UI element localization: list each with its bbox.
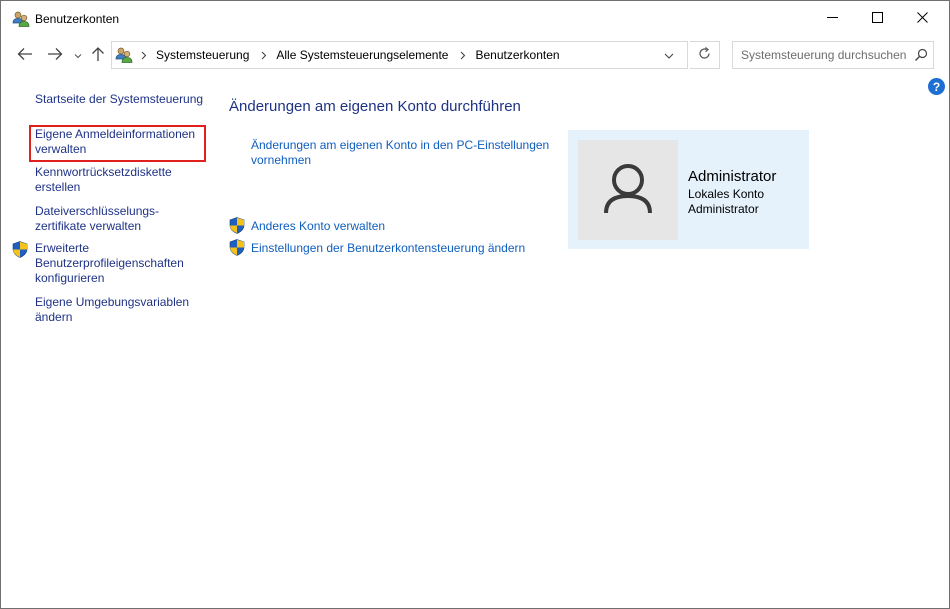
help-button[interactable]: ? xyxy=(928,78,945,95)
page-title: Änderungen am eigenen Konto durchführen xyxy=(229,98,521,115)
nav-link-home[interactable]: Startseite der Systemsteuerung xyxy=(35,92,210,107)
forward-button[interactable] xyxy=(44,43,66,67)
back-button[interactable] xyxy=(14,43,36,67)
breadcrumb-item-benutzerkonten[interactable]: Benutzerkonten xyxy=(475,48,559,62)
chevron-right-icon[interactable] xyxy=(261,51,267,60)
up-button[interactable] xyxy=(87,43,109,67)
nav-link-advanced-profile[interactable]: Erweiterte Benutzerprofileigenschaften k… xyxy=(35,241,210,286)
minimize-icon xyxy=(826,12,838,26)
chevron-right-icon[interactable] xyxy=(141,51,147,60)
search-icon[interactable] xyxy=(913,47,929,63)
refresh-button[interactable] xyxy=(690,41,720,69)
user-avatar-icon xyxy=(578,139,678,242)
shield-icon xyxy=(12,241,28,258)
shield-icon xyxy=(229,239,245,256)
nav-link-manage-credentials[interactable]: Eigene Anmeldeinformationen verwalten xyxy=(35,127,210,157)
help-icon: ? xyxy=(932,79,941,94)
minimize-button[interactable] xyxy=(809,1,855,37)
account-role: Administrator xyxy=(688,202,759,216)
users-icon xyxy=(12,10,30,28)
recent-locations-button[interactable] xyxy=(71,43,85,67)
nav-link-password-reset-disk[interactable]: Kennwortrücksetzdiskette erstellen xyxy=(35,165,210,195)
breadcrumb-item-systemsteuerung[interactable]: Systemsteuerung xyxy=(156,48,249,62)
chevron-down-icon xyxy=(664,48,674,62)
users-icon xyxy=(115,46,133,64)
account-name: Administrator xyxy=(688,168,777,185)
shield-icon xyxy=(229,217,245,234)
navigation-bar: Systemsteuerung Alle Systemsteuerungsele… xyxy=(1,37,949,75)
maximize-button[interactable] xyxy=(854,1,900,37)
nav-link-encryption-certificates[interactable]: Dateiverschlüsselungs-zertifikate verwal… xyxy=(35,204,210,234)
account-card: Administrator Lokales Konto Administrato… xyxy=(568,130,809,249)
maximize-icon xyxy=(871,12,883,26)
refresh-icon xyxy=(698,47,711,63)
window-title: Benutzerkonten xyxy=(35,12,120,26)
close-icon xyxy=(916,12,928,26)
chevron-right-icon[interactable] xyxy=(460,51,466,60)
avatar xyxy=(578,139,678,242)
arrow-left-icon xyxy=(17,47,33,64)
nav-link-environment-variables[interactable]: Eigene Umgebungsvariablen ändern xyxy=(35,295,210,325)
title-bar: Benutzerkonten xyxy=(1,1,949,37)
search-input[interactable] xyxy=(733,42,909,68)
breadcrumb: Systemsteuerung Alle Systemsteuerungsele… xyxy=(136,42,560,68)
breadcrumb-item-alle-elemente[interactable]: Alle Systemsteuerungselemente xyxy=(276,48,448,62)
link-manage-other-account[interactable]: Anderes Konto verwalten xyxy=(251,219,385,234)
arrow-up-icon xyxy=(91,46,105,65)
arrow-right-icon xyxy=(47,47,63,64)
link-uac-settings[interactable]: Einstellungen der Benutzerkontensteuerun… xyxy=(251,241,525,256)
address-bar[interactable]: Systemsteuerung Alle Systemsteuerungsele… xyxy=(111,41,688,69)
address-dropdown-button[interactable] xyxy=(660,46,678,64)
account-type: Lokales Konto xyxy=(688,187,765,201)
search-box[interactable] xyxy=(732,41,934,69)
close-button[interactable] xyxy=(899,1,945,37)
control-panel-window: Benutzerkonten Systemsteuerung Alle Syst… xyxy=(0,0,950,609)
link-pc-settings[interactable]: Änderungen am eigenen Konto in den PC-Ei… xyxy=(251,138,561,168)
chevron-down-icon xyxy=(74,48,82,62)
